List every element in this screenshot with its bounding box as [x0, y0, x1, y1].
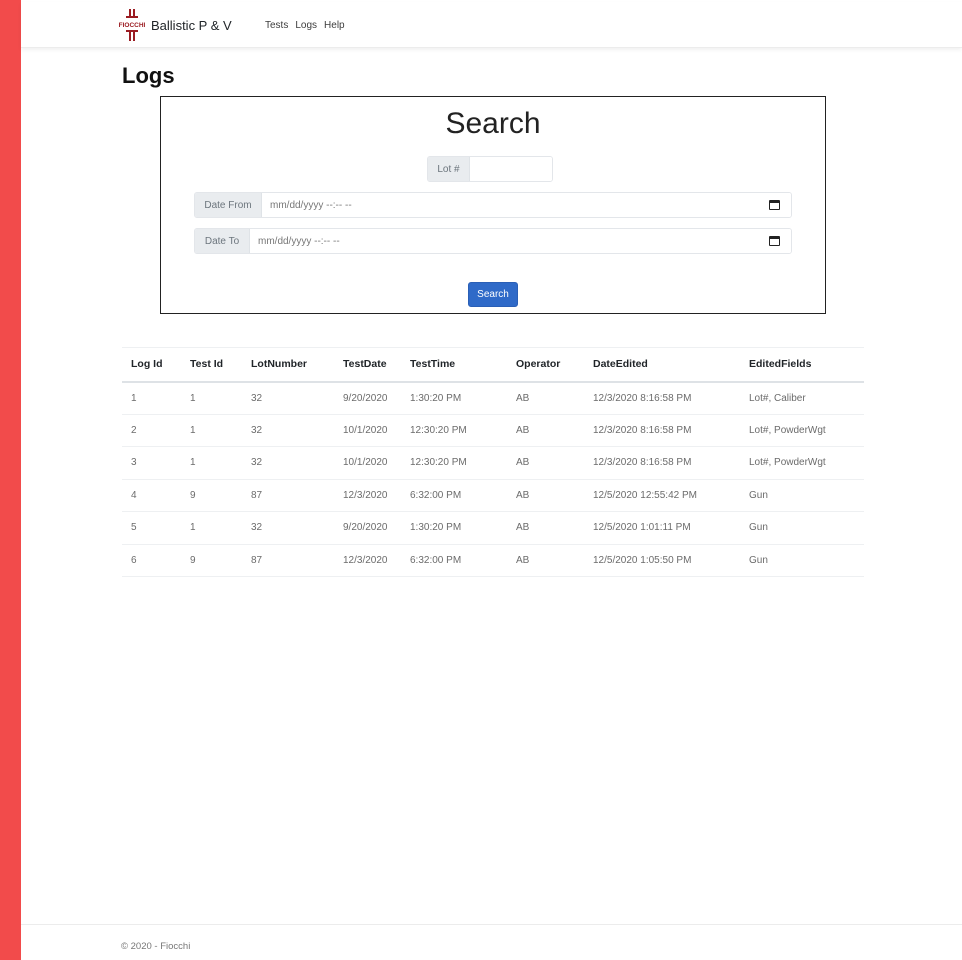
cell-lot-number: 32 [242, 511, 334, 545]
cell-edited-fields: Lot#, PowderWgt [740, 414, 864, 447]
cell-test-date: 10/1/2020 [334, 414, 401, 447]
date-from-group: Date From mm/dd/yyyy --:-- -- [194, 192, 792, 218]
cell-test-id: 9 [181, 544, 242, 577]
cell-test-date: 10/1/2020 [334, 446, 401, 480]
table-row[interactable]: 3 1 32 10/1/2020 12:30:20 PM AB 12/3/202… [122, 446, 864, 480]
cell-test-time: 12:30:20 PM [401, 446, 507, 480]
calendar-icon[interactable] [769, 236, 780, 246]
cell-date-edited: 12/3/2020 8:16:58 PM [584, 381, 740, 415]
date-from-placeholder: mm/dd/yyyy --:-- -- [270, 199, 352, 211]
column-header-operator[interactable]: Operator [507, 347, 584, 383]
nav-link-help[interactable]: Help [324, 20, 345, 31]
cell-date-edited: 12/5/2020 1:05:50 PM [584, 544, 740, 577]
column-header-date-edited[interactable]: DateEdited [584, 347, 740, 383]
cell-log-id: 1 [122, 381, 181, 415]
footer: © 2020 - Fiocchi [21, 924, 962, 960]
cell-lot-number: 87 [242, 479, 334, 512]
cell-test-time: 6:32:00 PM [401, 479, 507, 512]
table-header-row: Log Id Test Id LotNumber TestDate TestTi… [122, 347, 864, 383]
cell-test-id: 1 [181, 511, 242, 545]
logo-text: FIOCCHI [119, 22, 146, 29]
table-row[interactable]: 2 1 32 10/1/2020 12:30:20 PM AB 12/3/202… [122, 414, 864, 447]
date-from-label: Date From [195, 193, 262, 217]
cell-test-time: 12:30:20 PM [401, 414, 507, 447]
cell-test-time: 1:30:20 PM [401, 511, 507, 545]
cell-lot-number: 87 [242, 544, 334, 577]
cell-test-id: 1 [181, 381, 242, 415]
lot-label: Lot # [428, 157, 470, 181]
nav-link-tests[interactable]: Tests [265, 20, 288, 31]
cell-lot-number: 32 [242, 381, 334, 415]
cell-lot-number: 32 [242, 446, 334, 480]
nav-links: Tests Logs Help [265, 20, 345, 31]
cell-test-id: 9 [181, 479, 242, 512]
cell-edited-fields: Lot#, Caliber [740, 381, 864, 415]
page-title: Logs [122, 63, 175, 88]
nav-link-logs[interactable]: Logs [295, 20, 317, 31]
logs-table: Log Id Test Id LotNumber TestDate TestTi… [122, 347, 864, 577]
cell-test-id: 1 [181, 446, 242, 480]
search-panel: Search Lot # Date From mm/dd/yyyy --:-- … [160, 96, 826, 314]
column-header-test-time[interactable]: TestTime [401, 347, 507, 383]
navbar: FIOCCHI Ballistic P & V Tests Logs Help [21, 2, 962, 48]
cell-operator: AB [507, 414, 584, 447]
cell-operator: AB [507, 479, 584, 512]
cell-date-edited: 12/3/2020 8:16:58 PM [584, 446, 740, 480]
cell-edited-fields: Gun [740, 479, 864, 512]
cell-log-id: 2 [122, 414, 181, 447]
left-accent-strip [0, 0, 21, 960]
date-to-input[interactable]: mm/dd/yyyy --:-- -- [250, 229, 791, 253]
cell-edited-fields: Gun [740, 511, 864, 545]
table-row[interactable]: 6 9 87 12/3/2020 6:32:00 PM AB 12/5/2020… [122, 544, 864, 577]
lot-input[interactable] [470, 157, 552, 181]
date-to-label: Date To [195, 229, 250, 253]
cell-test-date: 12/3/2020 [334, 544, 401, 577]
cell-log-id: 5 [122, 511, 181, 545]
date-from-input[interactable]: mm/dd/yyyy --:-- -- [262, 193, 791, 217]
cell-operator: AB [507, 446, 584, 480]
lot-input-group: Lot # [427, 156, 553, 182]
cell-date-edited: 12/5/2020 1:01:11 PM [584, 511, 740, 545]
footer-copyright: © 2020 - Fiocchi [121, 941, 191, 952]
column-header-log-id[interactable]: Log Id [122, 347, 181, 383]
column-header-edited-fields[interactable]: EditedFields [740, 347, 864, 383]
date-to-group: Date To mm/dd/yyyy --:-- -- [194, 228, 792, 254]
cell-date-edited: 12/5/2020 12:55:42 PM [584, 479, 740, 512]
cell-test-time: 6:32:00 PM [401, 544, 507, 577]
cell-test-date: 12/3/2020 [334, 479, 401, 512]
cell-log-id: 4 [122, 479, 181, 512]
search-button[interactable]: Search [468, 282, 518, 307]
column-header-lot-number[interactable]: LotNumber [242, 347, 334, 383]
cell-operator: AB [507, 381, 584, 415]
cell-edited-fields: Lot#, PowderWgt [740, 446, 864, 480]
cell-test-time: 1:30:20 PM [401, 381, 507, 415]
date-to-placeholder: mm/dd/yyyy --:-- -- [258, 235, 340, 247]
table-row[interactable]: 4 9 87 12/3/2020 6:32:00 PM AB 12/5/2020… [122, 479, 864, 512]
cell-test-date: 9/20/2020 [334, 381, 401, 415]
column-header-test-id[interactable]: Test Id [181, 347, 242, 383]
table-row[interactable]: 1 1 32 9/20/2020 1:30:20 PM AB 12/3/2020… [122, 381, 864, 415]
cell-operator: AB [507, 544, 584, 577]
search-title: Search [445, 107, 541, 140]
fiocchi-logo[interactable]: FIOCCHI [118, 8, 146, 42]
cell-date-edited: 12/3/2020 8:16:58 PM [584, 414, 740, 447]
cell-log-id: 6 [122, 544, 181, 577]
page: FIOCCHI Ballistic P & V Tests Logs Help … [21, 0, 962, 960]
cell-operator: AB [507, 511, 584, 545]
cell-test-id: 1 [181, 414, 242, 447]
table-row[interactable]: 5 1 32 9/20/2020 1:30:20 PM AB 12/5/2020… [122, 511, 864, 545]
calendar-icon[interactable] [769, 200, 780, 210]
cell-test-date: 9/20/2020 [334, 511, 401, 545]
cell-edited-fields: Gun [740, 544, 864, 577]
cell-lot-number: 32 [242, 414, 334, 447]
column-header-test-date[interactable]: TestDate [334, 347, 401, 383]
brand-name[interactable]: Ballistic P & V [151, 18, 232, 33]
cell-log-id: 3 [122, 446, 181, 480]
